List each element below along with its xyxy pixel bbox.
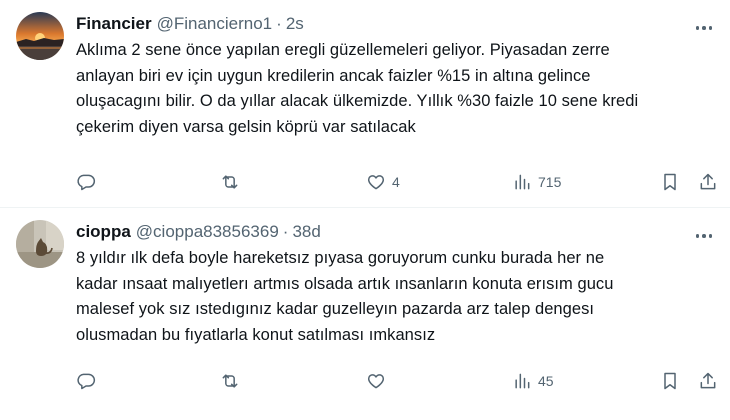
retweet-icon	[222, 175, 238, 189]
action-bar: 4 715	[76, 169, 716, 195]
bookmark-button[interactable]	[660, 169, 680, 195]
more-options-icon[interactable]	[692, 22, 716, 34]
bookmark-icon	[664, 372, 676, 390]
retweet-button[interactable]	[220, 169, 246, 195]
bookmark-icon	[664, 173, 676, 191]
view-count: 45	[538, 373, 554, 389]
share-icon	[700, 173, 716, 190]
views-button[interactable]: 715	[512, 169, 561, 195]
bookmark-button[interactable]	[660, 368, 680, 394]
reply-icon	[77, 373, 96, 390]
tweet[interactable]: cioppa @cioppa83856369 · 38d 8 yıldır ıl…	[0, 208, 730, 420]
timestamp[interactable]: 2s	[286, 12, 304, 36]
separator-dot: ·	[282, 222, 289, 241]
action-bar: 45	[76, 368, 716, 394]
cat-avatar[interactable]	[16, 220, 64, 268]
tweet-header: Financier @Financierno1 · 2s	[76, 12, 714, 36]
retweet-button[interactable]	[220, 368, 246, 394]
like-count: 4	[392, 174, 400, 190]
share-button[interactable]	[698, 368, 718, 394]
avatar-column	[16, 220, 64, 420]
avatar-column	[16, 12, 64, 207]
share-button[interactable]	[698, 169, 718, 195]
views-chart-icon	[515, 373, 530, 389]
user-handle[interactable]: @Financierno1	[157, 12, 273, 36]
more-options-icon[interactable]	[692, 230, 716, 242]
display-name[interactable]: cioppa	[76, 220, 131, 244]
tweet-text: Aklıma 2 sene önce yapılan eregli güzell…	[76, 41, 639, 136]
tweet[interactable]: Financier @Financierno1 · 2s Aklıma 2 se…	[0, 0, 730, 208]
reply-icon	[77, 174, 96, 191]
sunset-avatar[interactable]	[16, 12, 64, 60]
views-chart-icon	[515, 174, 530, 190]
tweet-text: 8 yıldır ılk defa boyle hareketsız pıyas…	[76, 249, 614, 344]
share-icon	[700, 372, 716, 389]
display-name[interactable]: Financier	[76, 12, 152, 36]
tweet-header: cioppa @cioppa83856369 · 38d	[76, 220, 714, 244]
view-count: 715	[538, 174, 562, 190]
reply-button[interactable]	[76, 368, 102, 394]
views-button[interactable]: 45	[512, 368, 554, 394]
like-button[interactable]: 4	[366, 169, 400, 195]
reply-button[interactable]	[76, 169, 102, 195]
timestamp[interactable]: 38d	[292, 220, 320, 244]
heart-icon	[367, 175, 385, 190]
retweet-icon	[222, 374, 238, 388]
user-handle[interactable]: @cioppa83856369	[136, 220, 279, 244]
heart-icon	[367, 374, 385, 389]
separator-dot: ·	[276, 14, 282, 33]
like-button[interactable]	[366, 368, 392, 394]
